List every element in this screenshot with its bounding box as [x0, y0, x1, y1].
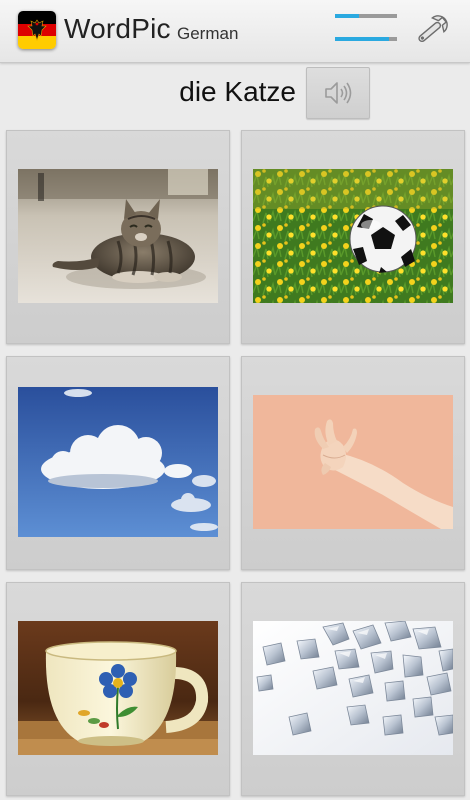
eagle-icon [27, 19, 47, 41]
answer-tile-cup[interactable] [6, 582, 230, 796]
speaker-icon [325, 82, 352, 104]
cloud-image [18, 387, 218, 537]
action-bar: WordPic German [0, 0, 470, 63]
answer-tile-ice[interactable] [241, 582, 465, 796]
germany-flag-icon [18, 11, 56, 49]
soccer-ball-image [253, 169, 453, 303]
prompt-word: die Katze [179, 76, 296, 107]
level-bars-icon [335, 14, 397, 41]
language-label: German [177, 24, 239, 43]
wrench-icon [418, 15, 448, 43]
level-button[interactable] [331, 10, 401, 50]
answer-tile-cloud[interactable] [6, 356, 230, 570]
ice-cubes-image [253, 621, 453, 755]
settings-button[interactable] [410, 10, 454, 50]
cup-image [18, 621, 218, 755]
hand-image [253, 395, 453, 529]
answer-tile-cat[interactable] [6, 130, 230, 344]
play-audio-button[interactable] [306, 67, 370, 119]
answer-tile-hand[interactable] [241, 356, 465, 570]
answer-tile-ball[interactable] [241, 130, 465, 344]
app-title: WordPic [64, 13, 171, 44]
cat-image [18, 169, 218, 303]
